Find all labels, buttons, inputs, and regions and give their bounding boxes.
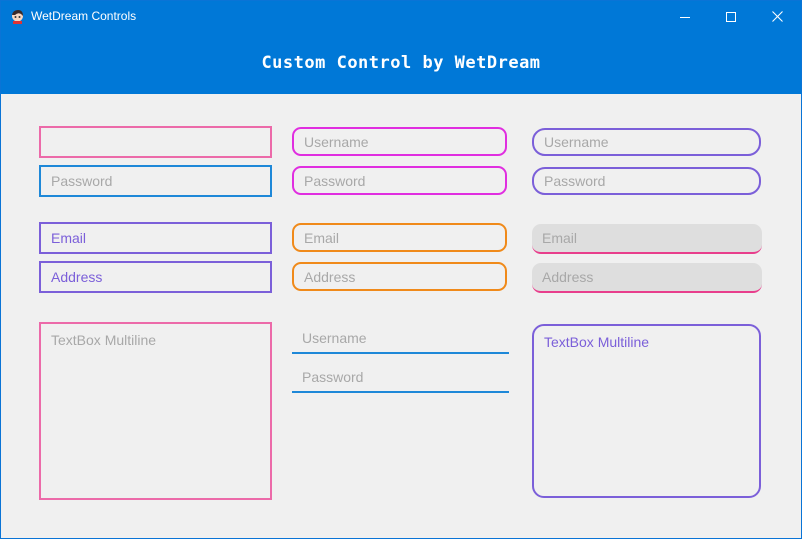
close-icon (771, 11, 783, 22)
username-field-underline[interactable]: Username (292, 324, 509, 354)
address-field-flat[interactable]: Address (532, 263, 762, 293)
email-field-rect[interactable]: Email (39, 222, 272, 254)
title-bar: WetDream Controls (1, 1, 801, 32)
address-field-rounded[interactable]: Address (292, 262, 507, 291)
app-window: WetDream Controls Custom Control by WetD… (0, 0, 802, 539)
window-title: WetDream Controls (31, 9, 137, 23)
multiline-textbox-rect[interactable]: TextBox Multiline (39, 322, 272, 500)
address-field-rect[interactable]: Address (39, 261, 272, 293)
app-icon (10, 9, 25, 24)
minimize-button[interactable] (662, 1, 708, 32)
minimize-icon (680, 16, 690, 18)
email-field-rounded[interactable]: Email (292, 223, 507, 252)
multiline-textbox-rounded[interactable]: TextBox Multiline (532, 324, 761, 498)
close-button[interactable] (754, 1, 800, 32)
maximize-button[interactable] (708, 1, 754, 32)
password-field-underline[interactable]: Password (292, 363, 509, 393)
email-field-flat[interactable]: Email (532, 224, 762, 254)
password-field-pill[interactable]: Password (532, 167, 761, 195)
password-field-rounded[interactable]: Password (292, 166, 507, 195)
password-field-rect[interactable]: Password (39, 165, 272, 197)
header-title: Custom Control by WetDream (261, 53, 541, 73)
textbox-1[interactable] (39, 126, 272, 158)
maximize-icon (726, 11, 736, 22)
username-field-pill[interactable]: Username (532, 128, 761, 156)
header-banner: Custom Control by WetDream (1, 32, 801, 94)
username-field-rounded[interactable]: Username (292, 127, 507, 156)
